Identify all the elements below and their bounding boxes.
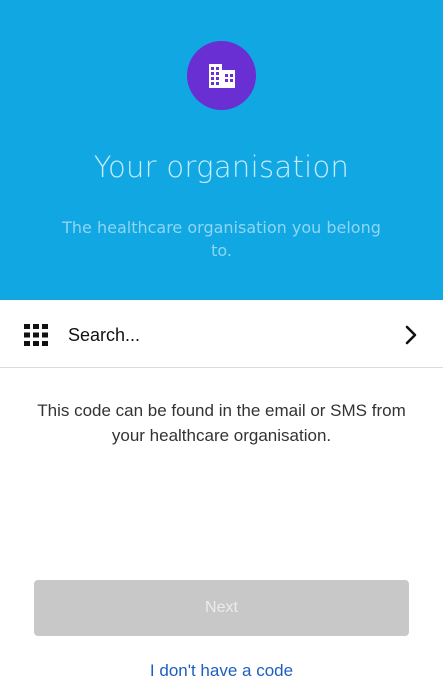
no-code-link[interactable]: I don't have a code	[0, 661, 443, 681]
page-subtitle: The healthcare organisation you belong t…	[62, 218, 381, 260]
organisation-search-row[interactable]: Search...	[0, 301, 443, 368]
chevron-right-icon	[405, 325, 417, 345]
search-placeholder-label: Search...	[68, 325, 141, 345]
code-info-text: This code can be found in the email or S…	[37, 401, 406, 445]
organisation-badge	[187, 41, 256, 110]
header-banner: Your organisation The healthcare organis…	[0, 0, 443, 300]
page-title: Your organisation	[93, 150, 350, 184]
grid-icon	[24, 324, 48, 346]
next-button[interactable]: Next	[34, 580, 409, 636]
building-icon	[208, 63, 235, 88]
